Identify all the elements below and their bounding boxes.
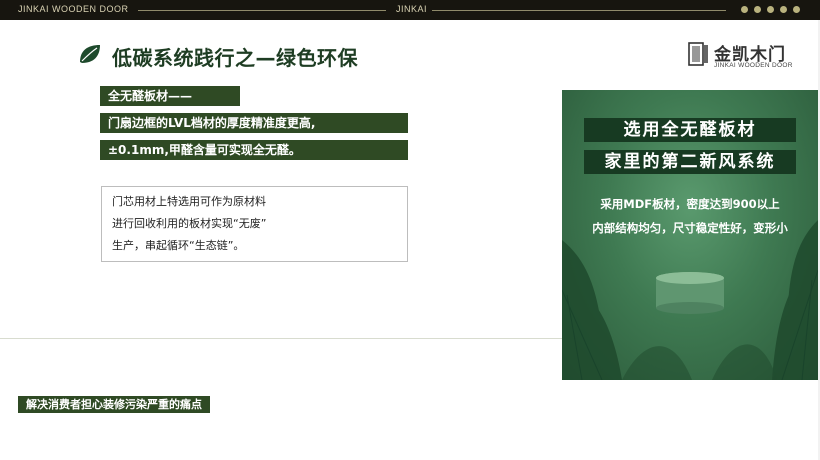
top-bar: JINKAI WOODEN DOOR JINKAI <box>0 0 820 20</box>
header-dots <box>741 6 800 13</box>
panel-headline-2: 家里的第二新风系统 <box>584 150 796 174</box>
note-line-1: 门芯用材上特选用可作为原材料 <box>112 195 266 208</box>
header-dot <box>754 6 761 13</box>
feature-line-2: 门扇边框的LVL档材的厚度精准度更高, <box>100 113 408 133</box>
header-line-left <box>138 10 386 11</box>
feature-line-3: ±0.1mm,甲醛含量可实现全无醛。 <box>100 140 408 160</box>
product-image-panel: 选用全无醛板材 家里的第二新风系统 采用MDF板材，密度达到900以上 内部结构… <box>562 90 818 380</box>
panel-desc-1: 采用MDF板材，密度达到900以上 <box>600 197 780 211</box>
header-dot <box>793 6 800 13</box>
logo-english: JINKAI WOODEN DOOR <box>714 62 793 69</box>
header-brand-left: JINKAI WOODEN DOOR <box>18 4 129 14</box>
section-divider <box>0 338 562 339</box>
header-line-right <box>432 10 726 11</box>
header-brand-center: JINKAI <box>396 4 428 14</box>
panel-headline-1: 选用全无醛板材 <box>584 118 796 142</box>
page-title: 低碳系统践行之—绿色环保 <box>112 46 358 70</box>
header-dot <box>741 6 748 13</box>
note-line-2: 进行回收利用的板材实现“无废” <box>112 217 267 230</box>
door-logo-icon <box>688 42 708 66</box>
panel-bottom-space <box>562 380 818 460</box>
brand-logo: 金凯木门 JINKAI WOODEN DOOR <box>688 40 800 70</box>
header-dot <box>780 6 787 13</box>
leaf-icon <box>80 45 100 63</box>
note-box: 门芯用材上特选用可作为原材料 进行回收利用的板材实现“无废” 生产，串起循环“生… <box>101 186 408 262</box>
pain-point-label: 解决消费者担心装修污染严重的痛点 <box>18 396 210 413</box>
panel-desc-2: 内部结构均匀，尺寸稳定性好，变形小 <box>592 221 788 235</box>
header-dot <box>767 6 774 13</box>
note-line-3: 生产，串起循环“生态链”。 <box>112 239 245 252</box>
feature-line-1: 全无醛板材—— <box>100 86 240 106</box>
